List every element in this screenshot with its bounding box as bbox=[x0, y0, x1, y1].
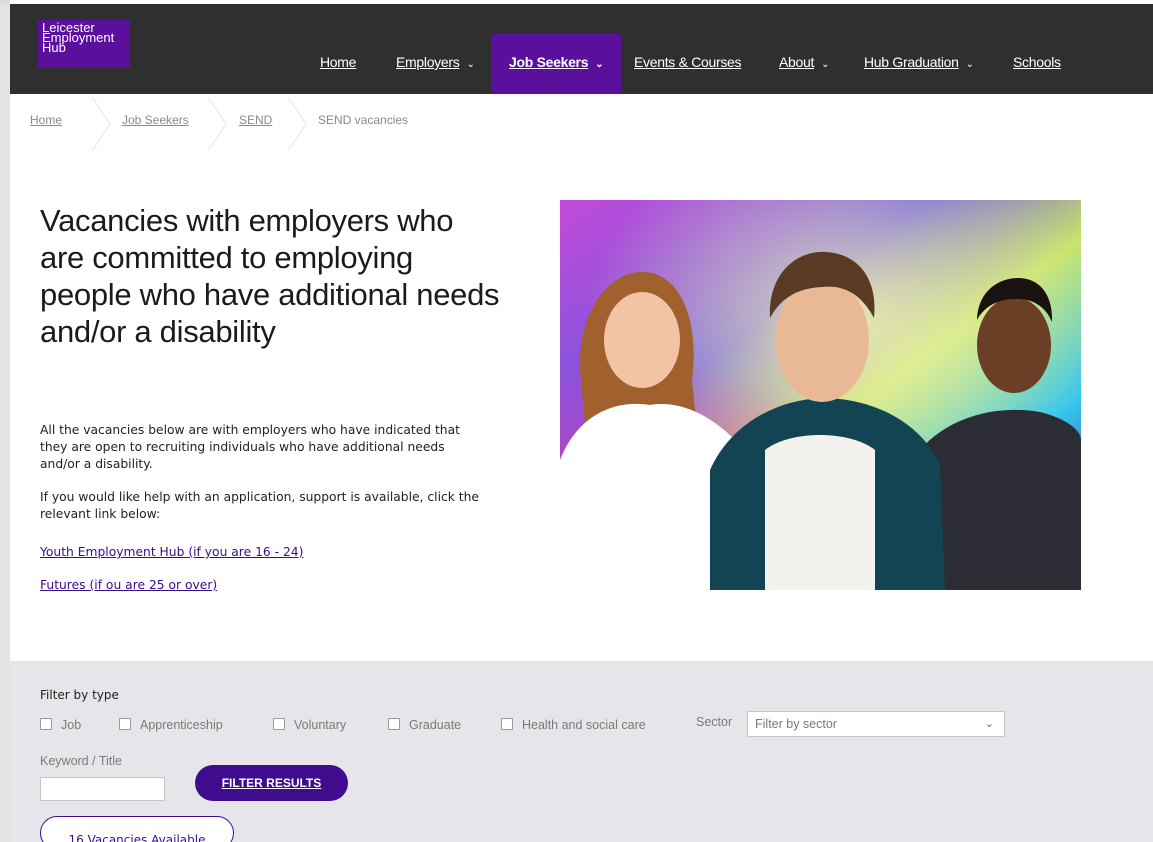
nav-events-courses[interactable]: Events & Courses bbox=[634, 54, 742, 70]
sector-select[interactable]: Filter by sector ⌄ bbox=[747, 711, 1005, 737]
nav-about[interactable]: About ⌄ bbox=[779, 54, 829, 70]
nav-schools[interactable]: Schools bbox=[1013, 54, 1061, 70]
futures-link[interactable]: Futures (if ou are 25 or over) bbox=[40, 578, 217, 592]
nav-about-label: About bbox=[779, 54, 815, 70]
page-title: Vacancies with employers who are committ… bbox=[40, 203, 500, 349]
site-header: Leicester Employment Hub Home Employers ⌄… bbox=[10, 4, 1153, 94]
breadcrumb-separator-icon bbox=[91, 97, 111, 151]
breadcrumb-separator-icon bbox=[287, 97, 307, 151]
nav-job-seekers[interactable]: Job Seekers ⌄ bbox=[491, 34, 622, 94]
filter-type-health-social-care[interactable]: Health and social care bbox=[501, 718, 646, 734]
hero-photo bbox=[560, 200, 1081, 590]
checkbox-label: Apprenticeship bbox=[140, 718, 223, 732]
nav-employers-label: Employers bbox=[396, 54, 460, 70]
checkbox-label: Job bbox=[61, 718, 82, 732]
filter-title: Filter by type bbox=[40, 688, 119, 702]
chevron-down-icon: ⌄ bbox=[466, 59, 475, 70]
intro-paragraph: All the vacancies below are with employe… bbox=[40, 423, 460, 471]
filter-type-graduate[interactable]: Graduate bbox=[388, 718, 461, 734]
breadcrumb-home[interactable]: Home bbox=[30, 113, 62, 127]
checkbox-label: Voluntary bbox=[294, 718, 347, 732]
nav-job-seekers-label: Job Seekers bbox=[509, 54, 589, 70]
filter-panel: Filter by type Job Apprenticeship Volunt… bbox=[10, 661, 1153, 842]
chevron-down-icon: ⌄ bbox=[984, 718, 994, 730]
checkbox-label: Graduate bbox=[409, 718, 462, 732]
chevron-down-icon: ⌄ bbox=[965, 59, 974, 70]
breadcrumb-job-seekers[interactable]: Job Seekers bbox=[122, 113, 189, 127]
keyword-label: Keyword / Title bbox=[40, 754, 122, 768]
breadcrumb-send[interactable]: SEND bbox=[239, 113, 272, 127]
vacancies-count-badge[interactable]: 16 Vacancies Available bbox=[40, 816, 234, 842]
filter-results-button[interactable]: FILTER RESULTS bbox=[195, 765, 348, 801]
keyword-input[interactable] bbox=[40, 777, 165, 801]
nav-hub-graduation-label: Hub Graduation bbox=[864, 54, 959, 70]
chevron-down-icon: ⌄ bbox=[821, 59, 830, 70]
people-photo-illustration bbox=[560, 200, 1081, 590]
nav-home[interactable]: Home bbox=[320, 54, 356, 70]
filter-type-job[interactable]: Job bbox=[40, 718, 81, 734]
filter-type-apprenticeship[interactable]: Apprenticeship bbox=[119, 718, 223, 734]
checkbox[interactable] bbox=[119, 718, 131, 730]
site-logo[interactable]: Leicester Employment Hub bbox=[38, 20, 130, 68]
checkbox[interactable] bbox=[388, 718, 400, 730]
sector-label: Sector bbox=[696, 715, 733, 729]
support-paragraph: If you would like help with an applicati… bbox=[40, 490, 479, 521]
chevron-down-icon: ⌄ bbox=[595, 59, 604, 70]
filter-type-voluntary[interactable]: Voluntary bbox=[273, 718, 346, 734]
sector-select-value: Filter by sector bbox=[755, 717, 837, 731]
checkbox-label: Health and social care bbox=[522, 718, 646, 732]
checkbox[interactable] bbox=[273, 718, 285, 730]
breadcrumb-separator-icon bbox=[207, 97, 227, 151]
nav-employers[interactable]: Employers ⌄ bbox=[396, 54, 475, 70]
checkbox[interactable] bbox=[501, 718, 513, 730]
checkbox[interactable] bbox=[40, 718, 52, 730]
youth-employment-hub-link[interactable]: Youth Employment Hub (if you are 16 - 24… bbox=[40, 545, 303, 559]
breadcrumb-current: SEND vacancies bbox=[318, 113, 409, 127]
nav-hub-graduation[interactable]: Hub Graduation ⌄ bbox=[864, 54, 974, 70]
